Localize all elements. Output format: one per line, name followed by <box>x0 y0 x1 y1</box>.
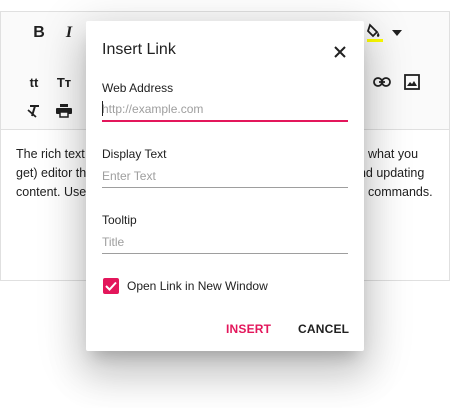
close-icon[interactable] <box>326 38 354 66</box>
content-text: get) editor th <box>16 166 87 180</box>
insert-button[interactable]: INSERT <box>226 322 271 336</box>
image-icon[interactable] <box>398 68 426 96</box>
lowercase-icon[interactable]: tt <box>20 68 48 96</box>
clear-format-icon[interactable] <box>20 97 48 125</box>
link-icon[interactable] <box>368 68 396 96</box>
web-address-input[interactable] <box>102 98 348 122</box>
cancel-button[interactable]: CANCEL <box>298 322 349 336</box>
content-text: The rich text <box>16 147 85 161</box>
content-text: what you <box>368 147 419 161</box>
content-text: content. Use <box>16 185 87 199</box>
insert-link-dialog: Insert Link Web Address Display Text Too… <box>86 21 364 351</box>
tooltip-input[interactable] <box>102 230 348 254</box>
open-new-window-checkbox[interactable] <box>103 278 119 294</box>
tooltip-label: Tooltip <box>102 213 137 227</box>
content-text: commands. <box>368 185 433 199</box>
display-text-label: Display Text <box>102 147 167 161</box>
bold-icon[interactable]: B <box>25 19 53 47</box>
dropdown-icon[interactable] <box>383 19 411 47</box>
checkmark-icon <box>105 281 117 291</box>
print-icon[interactable] <box>50 97 78 125</box>
text-cursor <box>102 101 103 116</box>
display-text-input[interactable] <box>102 164 348 188</box>
web-address-label: Web Address <box>102 81 174 95</box>
open-new-window-label[interactable]: Open Link in New Window <box>127 279 268 293</box>
dialog-title: Insert Link <box>102 41 176 58</box>
uppercase-icon[interactable]: Tт <box>50 68 78 96</box>
italic-icon[interactable]: I <box>55 19 83 47</box>
